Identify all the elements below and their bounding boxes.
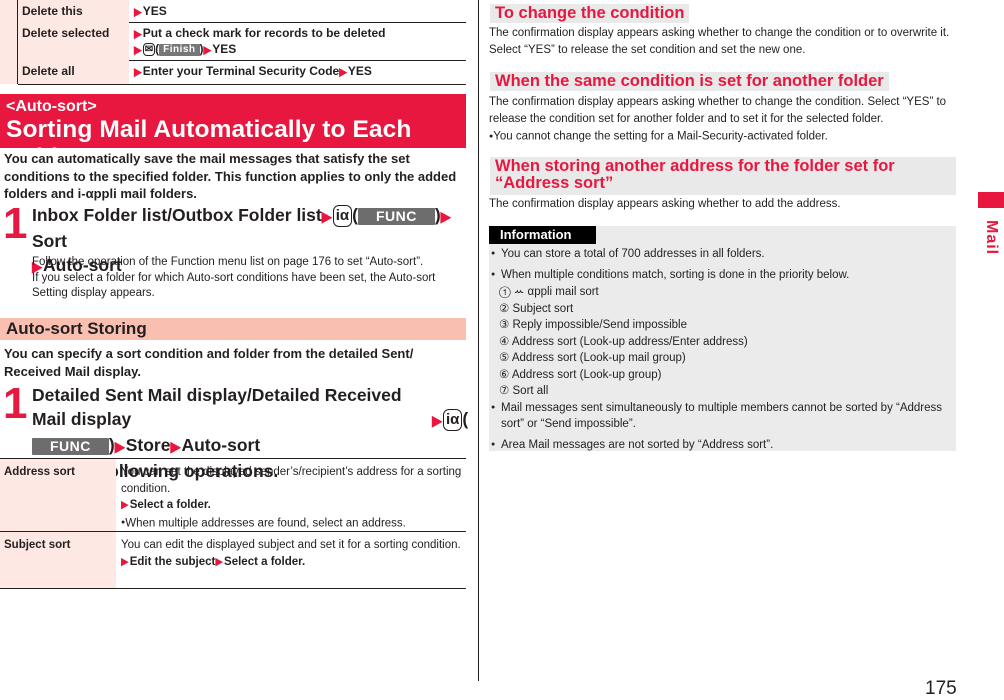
information-box: Information You can store a total of 700… xyxy=(489,226,956,454)
table-row: Delete all ▶Enter your Terminal Security… xyxy=(18,60,466,85)
section-body: The confirmation display appears asking … xyxy=(489,198,841,210)
list-item: Area Mail messages are not sorted by “Ad… xyxy=(491,437,956,454)
auto-sort-intro: You can automatically save the mail mess… xyxy=(4,151,457,201)
row-label: Delete selected xyxy=(18,22,129,60)
func-softkey: FUNC xyxy=(32,437,109,455)
row-label: Delete all xyxy=(18,60,129,84)
arrow-icon: ▶ xyxy=(134,28,142,41)
table-side-bar xyxy=(0,0,18,84)
arrow-icon: ▶ xyxy=(203,44,212,57)
row-label: Subject sort xyxy=(0,532,116,588)
section-body: The confirmation display appears asking … xyxy=(489,27,950,56)
information-label: Information xyxy=(489,226,596,244)
chapter-tab-marker xyxy=(978,192,1004,208)
arrow-icon: ▶ xyxy=(134,44,142,57)
step-number: 1 xyxy=(3,379,28,428)
arrow-icon: ▶ xyxy=(170,438,181,455)
arrow-icon: ▶ xyxy=(121,499,129,512)
arrow-icon: ▶ xyxy=(432,412,442,429)
table-row: Subject sort You can edit the displayed … xyxy=(0,532,466,589)
section-body: The confirmation display appears asking … xyxy=(489,96,947,143)
arrow-icon: ▶ xyxy=(134,6,142,19)
sort-operations-table: Address sort You can set the displayed s… xyxy=(0,458,466,589)
section-heading: To change the condition xyxy=(490,4,690,23)
table-row: Delete selected ▶Put a check mark for re… xyxy=(18,22,466,61)
arrow-icon: ▶ xyxy=(321,208,332,225)
list-item: Mail messages sent simultaneously to mul… xyxy=(491,400,956,433)
subsection-header: Auto-sort Storing xyxy=(0,318,466,340)
step-number: 1 xyxy=(3,199,28,248)
list-item: When multiple conditions match, sorting … xyxy=(491,267,956,284)
arrow-icon: ▶ xyxy=(121,555,129,568)
row-label: Address sort xyxy=(0,459,116,531)
column-divider xyxy=(478,0,479,681)
step-note: Follow the operation of the Function men… xyxy=(32,256,436,299)
chapter-tab: Mail xyxy=(983,220,1000,256)
i-alpha-key-icon: iα xyxy=(443,409,463,432)
table-row: Delete this ▶YES xyxy=(18,0,466,23)
func-softkey: FUNC xyxy=(357,207,435,225)
section-subtitle: <Auto-sort> xyxy=(6,98,97,115)
mail-key-icon: ✉ xyxy=(142,43,156,57)
priority-list: ① ꕀ αppli mail sort ② Subject sort ③ Rep… xyxy=(499,286,748,397)
i-alpha-key-icon: iα xyxy=(332,205,353,228)
table-row: Address sort You can set the displayed s… xyxy=(0,459,466,532)
arrow-icon: ▶ xyxy=(339,66,347,79)
arrow-icon: ▶ xyxy=(440,208,451,225)
information-list: You can store a total of 700 addresses i… xyxy=(491,246,956,454)
section-heading: When storing another address for the fol… xyxy=(490,157,956,195)
storing-intro: You can specify a sort condition and fol… xyxy=(4,346,414,379)
arrow-icon: ▶ xyxy=(114,438,125,455)
row-label: Delete this xyxy=(18,0,129,22)
section-heading: When the same condition is set for anoth… xyxy=(490,72,889,91)
finish-softkey: Finish xyxy=(159,43,200,56)
arrow-icon: ▶ xyxy=(134,66,142,79)
list-item: You can store a total of 700 addresses i… xyxy=(491,246,956,263)
arrow-icon: ▶ xyxy=(215,555,224,568)
section-header: <Auto-sort> Sorting Mail Automatically t… xyxy=(0,94,466,171)
